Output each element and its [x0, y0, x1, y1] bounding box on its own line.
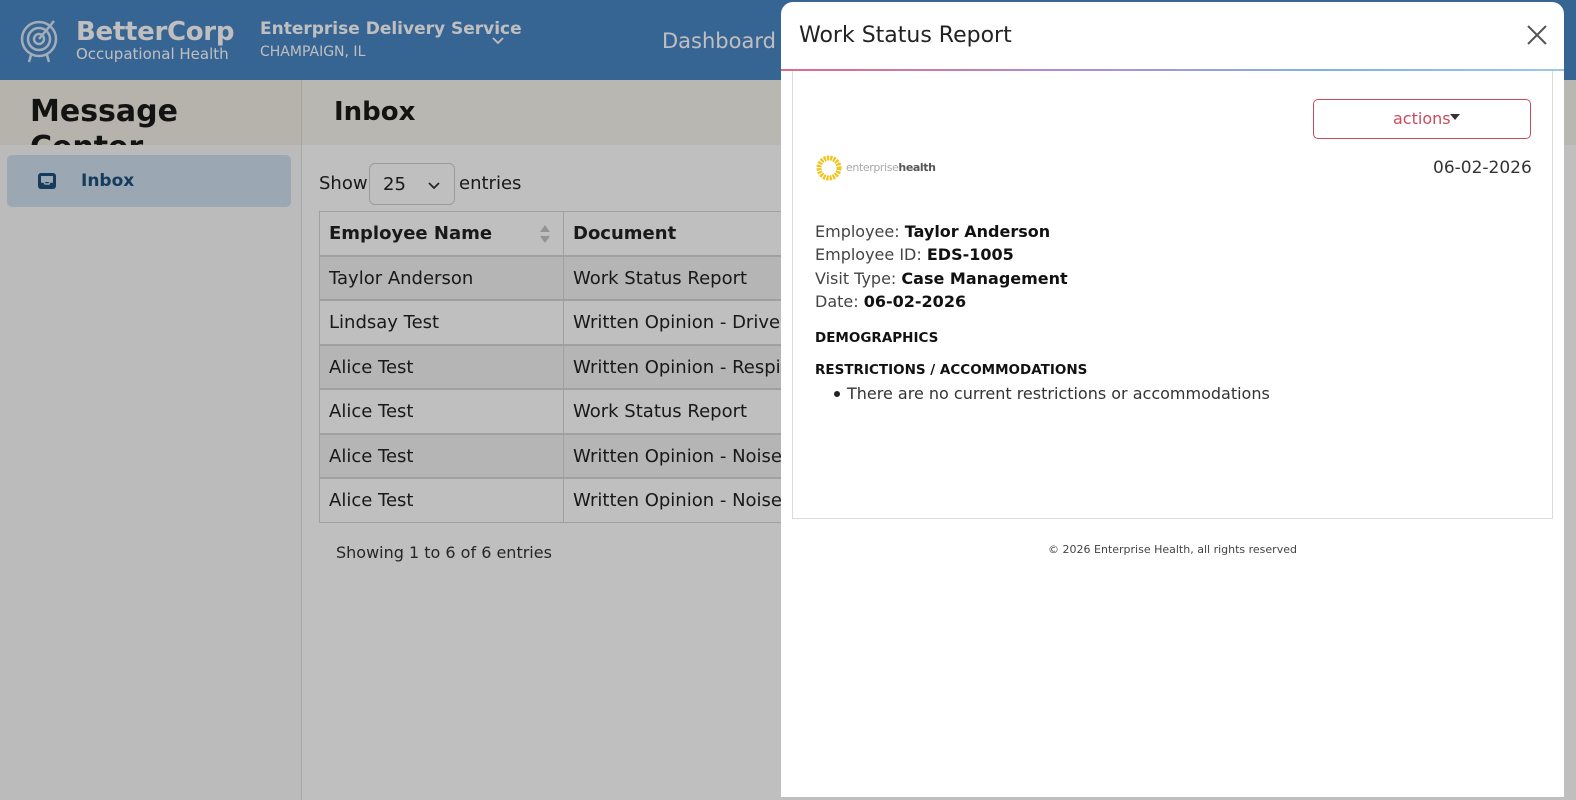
- document-drawer: Work Status Report actions enterprisehea…: [781, 2, 1564, 797]
- field-value: EDS-1005: [926, 245, 1014, 264]
- logo-text-bold: health: [898, 161, 936, 174]
- list-item: There are no current restrictions or acc…: [847, 384, 1270, 403]
- close-icon[interactable]: [1524, 22, 1550, 48]
- field-label: Employee:: [815, 222, 900, 241]
- copyright-footer: © 2026 Enterprise Health, all rights res…: [1048, 543, 1297, 556]
- demographics-heading: DEMOGRAPHICS: [815, 330, 939, 346]
- document-date: 06-02-2026: [1433, 158, 1532, 178]
- actions-dropdown-button[interactable]: actions: [1313, 99, 1531, 139]
- enterprise-health-logo: enterprisehealth: [815, 154, 936, 184]
- actions-label: actions: [1393, 109, 1451, 128]
- field-employee-id: Employee ID: EDS-1005: [815, 244, 1014, 266]
- field-label: Date:: [815, 292, 859, 311]
- field-value: Case Management: [901, 269, 1068, 288]
- logo-text: enterprisehealth: [846, 161, 936, 175]
- document-preview: actions enterprisehealth 06-02-2026 Empl…: [792, 71, 1553, 519]
- sun-logo-icon: [816, 155, 842, 181]
- field-visit-type: Visit Type: Case Management: [815, 268, 1068, 290]
- drawer-title: Work Status Report: [799, 23, 1012, 48]
- field-label: Employee ID:: [815, 245, 922, 264]
- field-date: Date: 06-02-2026: [815, 291, 966, 313]
- field-label: Visit Type:: [815, 269, 897, 288]
- field-value: Taylor Anderson: [904, 222, 1051, 241]
- field-employee: Employee: Taylor Anderson: [815, 221, 1050, 243]
- bullet-icon: [834, 391, 840, 397]
- caret-down-icon: [1450, 114, 1460, 120]
- logo-text-light: enterprise: [846, 161, 899, 174]
- field-value: 06-02-2026: [863, 292, 967, 311]
- restrictions-heading: RESTRICTIONS / ACCOMMODATIONS: [815, 362, 1088, 378]
